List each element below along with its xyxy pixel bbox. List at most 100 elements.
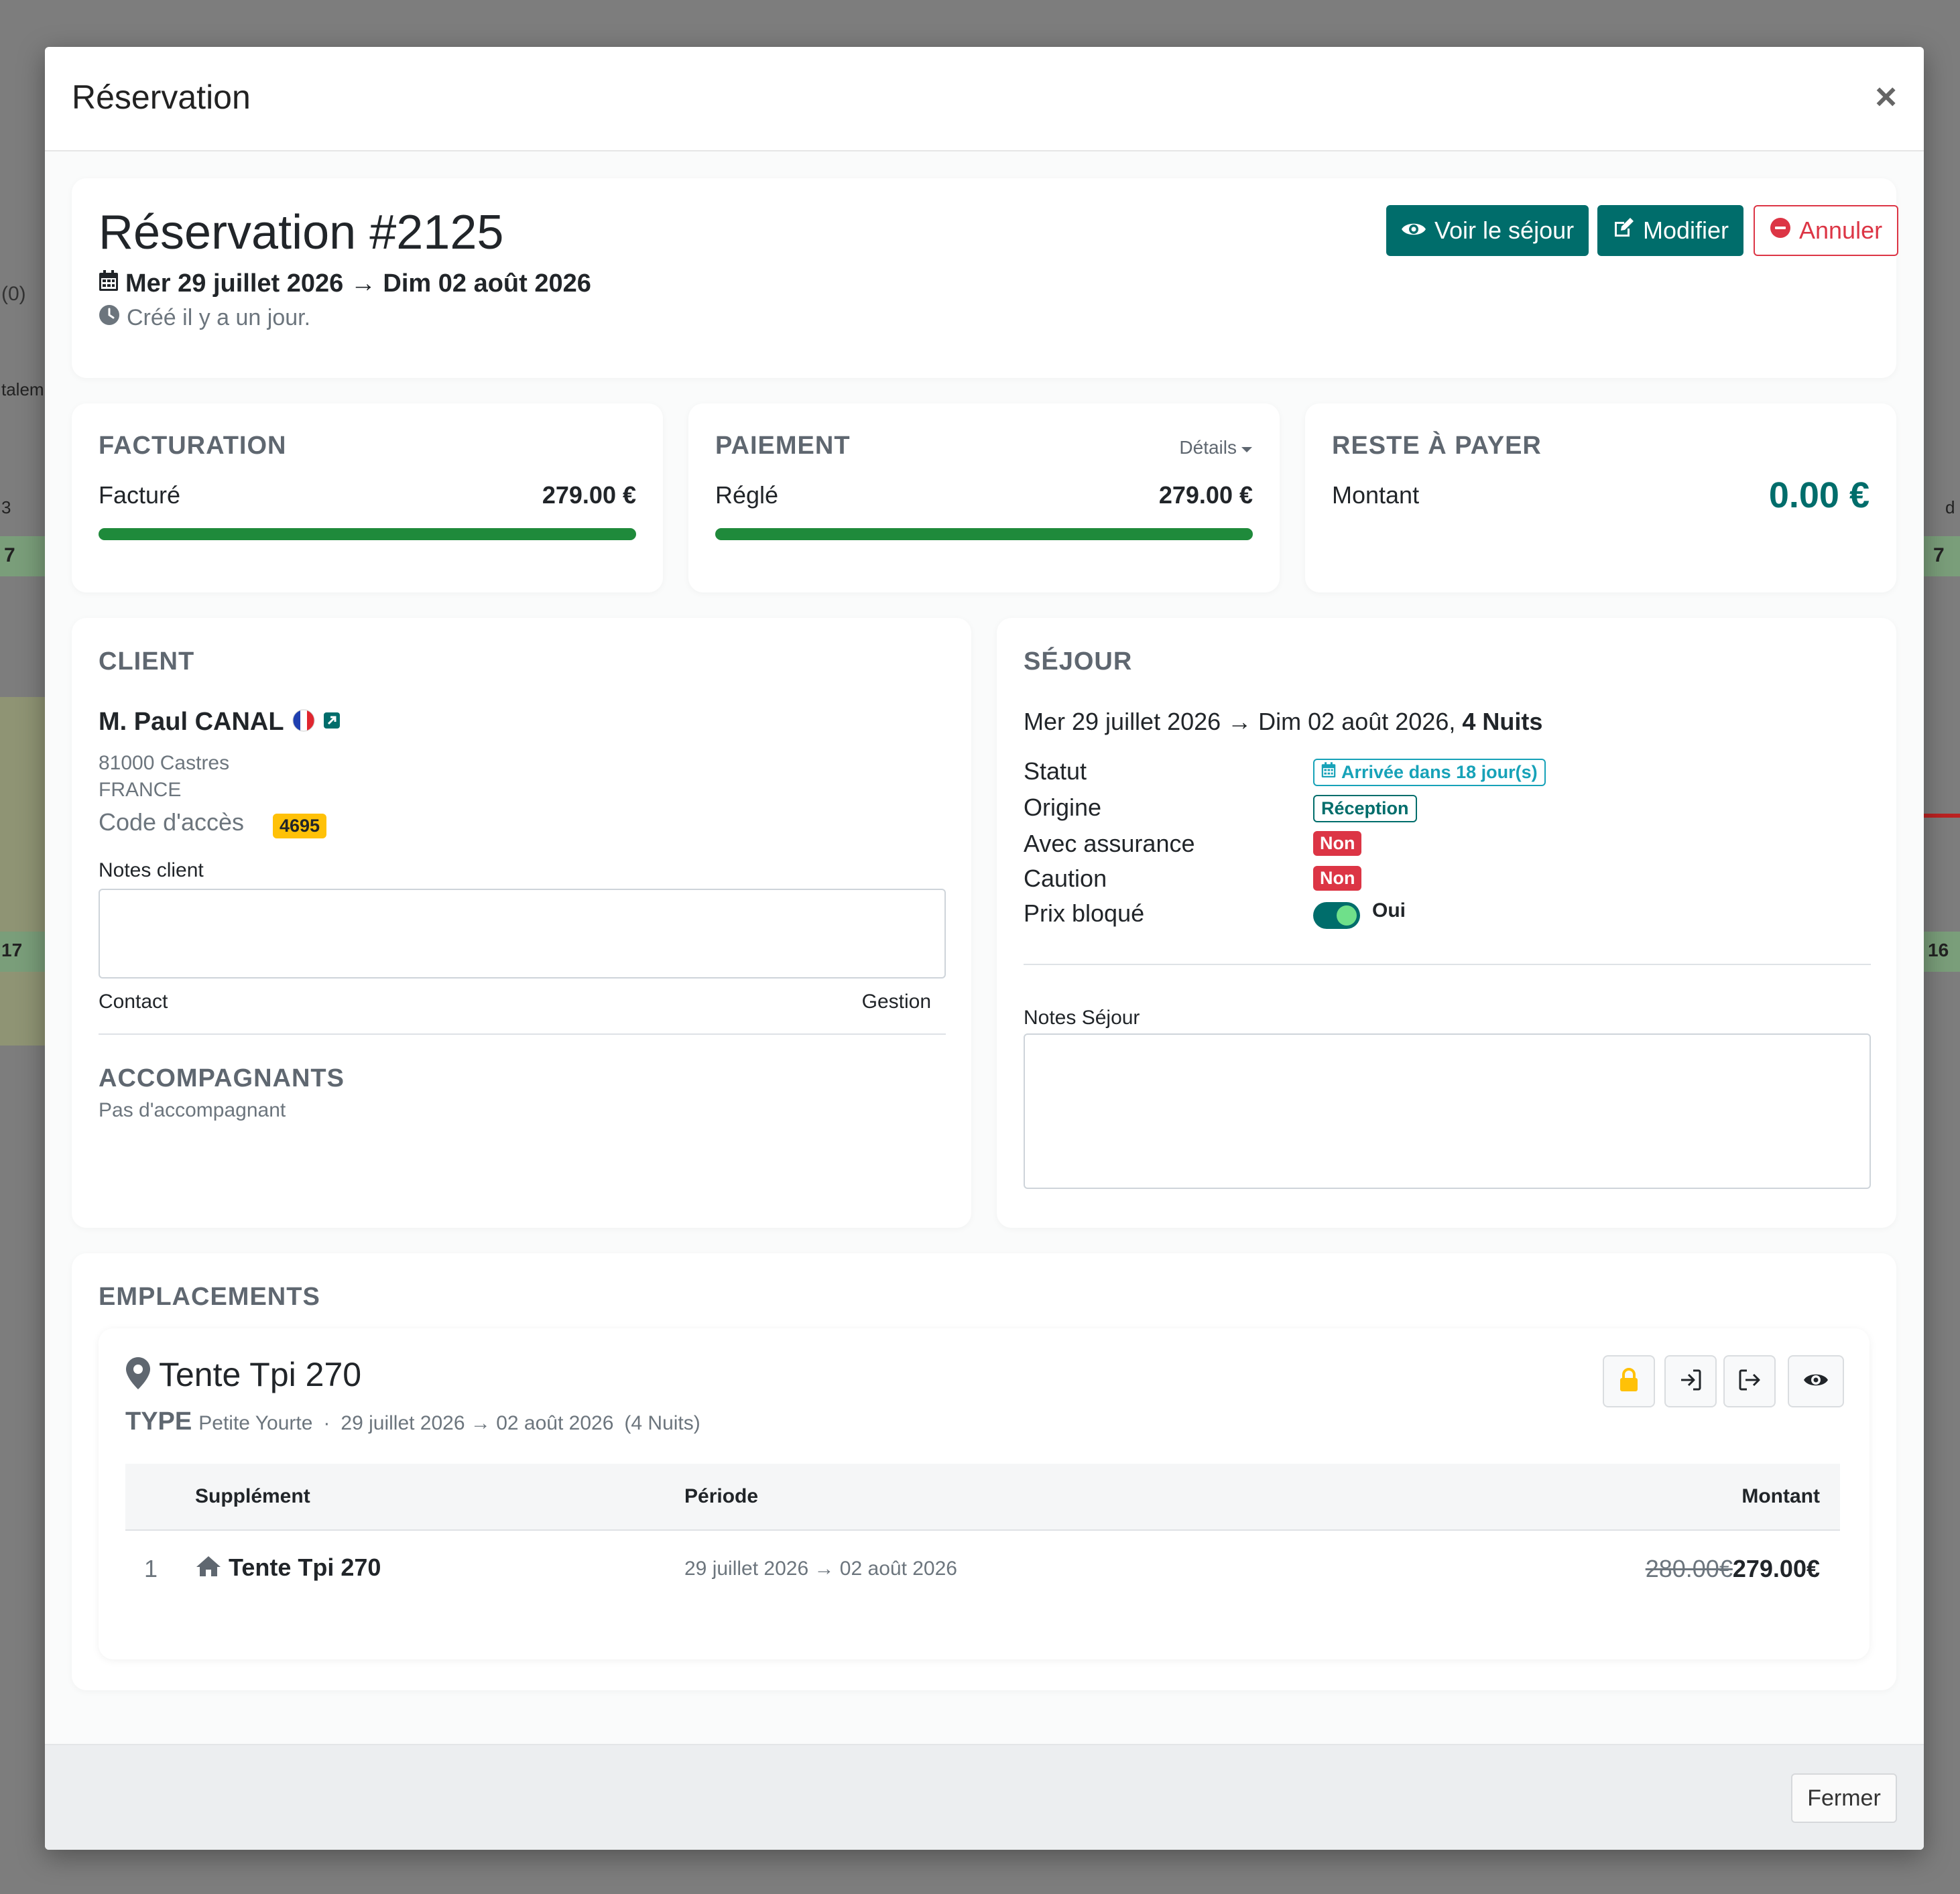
paid-amount: 279.00 € <box>1158 481 1253 509</box>
stay-dates: Mer 29 juillet 2026 → Dim 02 août 2026, … <box>1024 708 1542 736</box>
minus-circle-icon <box>1770 216 1791 245</box>
caret-down-icon <box>1241 437 1253 458</box>
reservation-dates-text: Mer 29 juillet 2026 → Dim 02 août 2026 <box>125 269 591 298</box>
supplements-table-header: Supplément Période Montant <box>125 1464 1840 1531</box>
client-divider <box>99 1033 946 1035</box>
client-address-line1: 81000 Castres <box>99 752 230 774</box>
origin-label: Origine <box>1024 794 1102 821</box>
billed-progress-track <box>99 528 636 540</box>
home-icon <box>195 1555 222 1581</box>
paid-progress-bar <box>715 528 1253 540</box>
reservation-title: Réservation #2125 <box>99 206 504 259</box>
france-flag-icon <box>292 709 315 735</box>
locked-price-label: Prix bloqué <box>1024 899 1145 927</box>
sign-out-icon <box>1737 1368 1762 1395</box>
payment-details-toggle[interactable]: Détails <box>1179 437 1253 458</box>
lock-icon <box>1618 1367 1640 1395</box>
row-period: 29 juillet 2026 → 02 août 2026 <box>684 1558 957 1580</box>
modal-header: Réservation × <box>45 47 1924 151</box>
row-amount: 280.00€279.00€ <box>1646 1555 1820 1583</box>
site-period: 29 juillet 2026 → 02 août 2026 <box>341 1412 614 1434</box>
insurance-badge: Non <box>1313 831 1362 856</box>
bg-strip <box>1924 814 1960 818</box>
stay-notes-textarea[interactable] <box>1024 1033 1871 1189</box>
view-stay-label: Voir le séjour <box>1434 216 1575 244</box>
site-type-label: TYPE <box>125 1407 192 1436</box>
origin-badge: Réception <box>1313 795 1417 822</box>
stay-title: SÉJOUR <box>1024 647 1133 676</box>
payment-card: PAIEMENT Détails Réglé 279.00 € <box>688 403 1280 592</box>
deposit-badge: Non <box>1313 866 1362 891</box>
companions-empty: Pas d'accompagnant <box>99 1099 286 1121</box>
view-stay-button[interactable]: Voir le séjour <box>1386 205 1589 256</box>
reservation-dates: Mer 29 juillet 2026 → Dim 02 août 2026 <box>99 269 591 298</box>
modal-footer: Fermer <box>45 1744 1924 1850</box>
access-code-label: Code d'accès <box>99 808 245 836</box>
remaining-amount: 0.00 € <box>1768 475 1870 515</box>
eye-icon <box>1803 1371 1829 1393</box>
reservation-created: Créé il y a un jour. <box>99 304 310 332</box>
bg-fragment: 3 <box>1 497 11 517</box>
header-period: Période <box>684 1485 759 1507</box>
view-site-button[interactable] <box>1788 1355 1844 1407</box>
gestion-link[interactable]: Gestion <box>862 991 931 1013</box>
site-meta: TYPE Petite Yourte · 29 juillet 2026 → 0… <box>125 1407 700 1436</box>
row-index: 1 <box>144 1555 158 1582</box>
bg-fragment: 17 <box>1 940 23 960</box>
paid-label: Réglé <box>715 481 779 509</box>
cancel-reservation-button[interactable]: Annuler <box>1754 205 1899 256</box>
stay-dates-text: Mer 29 juillet 2026 → Dim 02 août 2026, <box>1024 708 1456 735</box>
client-card: CLIENT M. Paul CANAL 81000 Castres FRANC… <box>72 618 971 1228</box>
deposit-label: Caution <box>1024 865 1107 892</box>
modal-title: Réservation <box>72 78 251 116</box>
external-link-icon[interactable] <box>323 712 341 733</box>
bg-strip <box>0 697 45 1046</box>
sign-in-icon <box>1678 1368 1703 1395</box>
client-name-row: M. Paul CANAL <box>99 708 341 737</box>
header-supplement: Supplément <box>195 1485 310 1507</box>
reservation-modal: Réservation × Réservation #2125 Mer 29 j… <box>45 47 1924 1850</box>
locked-price-value: Oui <box>1372 899 1406 922</box>
locked-price-toggle[interactable] <box>1313 902 1360 929</box>
cancel-label: Annuler <box>1799 216 1883 244</box>
billed-amount: 279.00 € <box>542 481 636 509</box>
status-badge: Arrivée dans 18 jour(s) <box>1313 759 1546 786</box>
bg-fragment: 16 <box>1928 940 1949 960</box>
calendar-icon <box>99 269 119 298</box>
billing-card: FACTURATION Facturé 279.00 € <box>72 403 663 592</box>
bg-fragment: d <box>1945 497 1955 517</box>
bg-fragment: talem <box>1 379 44 399</box>
site-name-row: Tente Tpi 270 <box>125 1355 361 1394</box>
sites-card: EMPLACEMENTS Tente Tpi 270 TYPE Petite Y… <box>72 1253 1896 1690</box>
check-in-button[interactable] <box>1664 1355 1717 1407</box>
contact-link[interactable]: Contact <box>99 991 168 1013</box>
insurance-label: Avec assurance <box>1024 830 1195 857</box>
site-sep: · <box>323 1412 330 1434</box>
reservation-header-card: Réservation #2125 Mer 29 juillet 2026 → … <box>72 178 1899 378</box>
check-out-button[interactable] <box>1723 1355 1776 1407</box>
close-button[interactable]: Fermer <box>1791 1773 1897 1823</box>
close-icon[interactable]: × <box>1875 78 1897 115</box>
client-notes-label: Notes client <box>99 859 204 881</box>
row-supplement-name: Tente Tpi 270 <box>229 1554 381 1581</box>
access-code-badge: 4695 <box>273 814 327 838</box>
payment-title: PAIEMENT <box>715 432 851 460</box>
site-nights: (4 Nuits) <box>624 1412 700 1434</box>
row-supplement: Tente Tpi 270 <box>195 1554 381 1582</box>
bg-fragment: 7 <box>1933 544 1945 566</box>
stay-divider <box>1024 964 1871 965</box>
remaining-card: RESTE À PAYER Montant 0.00 € <box>1305 403 1896 592</box>
stay-nights: 4 Nuits <box>1462 708 1543 735</box>
edit-label: Modifier <box>1643 216 1729 244</box>
client-notes-textarea[interactable] <box>99 889 946 978</box>
edit-button[interactable]: Modifier <box>1597 205 1744 256</box>
site-type-value: Petite Yourte <box>198 1412 313 1434</box>
bg-fragment: 7 <box>4 544 15 566</box>
lock-button[interactable] <box>1603 1355 1655 1407</box>
status-value: Arrivée dans 18 jour(s) <box>1341 762 1538 782</box>
billed-progress-bar <box>99 528 636 540</box>
payment-details-label: Détails <box>1179 437 1237 458</box>
row-price: 279.00€ <box>1732 1555 1820 1582</box>
map-marker-icon <box>125 1356 151 1393</box>
bg-fragment: (0) <box>1 283 26 305</box>
